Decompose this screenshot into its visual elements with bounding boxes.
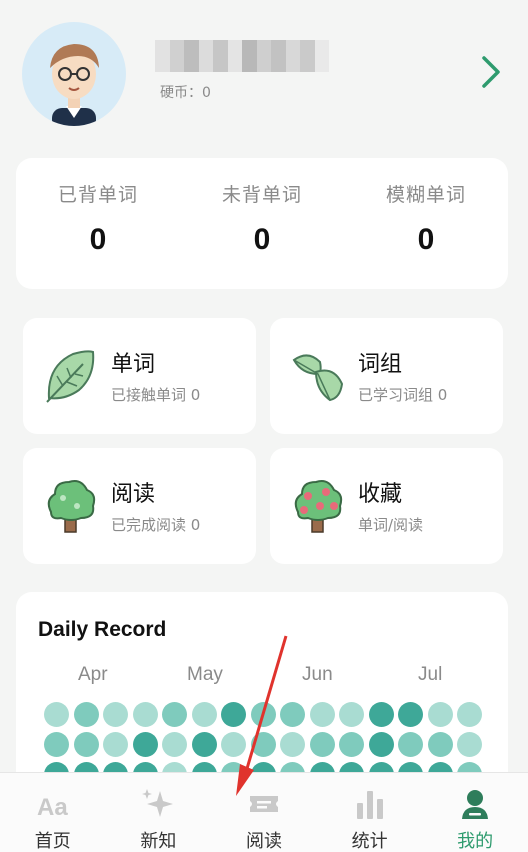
unlearned-words-stat[interactable]: 未背单词 0 (180, 158, 344, 289)
stat-label: 模糊单词 (385, 184, 466, 206)
month-label: Apr (78, 664, 108, 685)
heatmap-cell (427, 732, 453, 757)
bar-chart-icon (352, 787, 388, 821)
heatmap-cell (73, 732, 99, 757)
card-title: 词组 (358, 352, 403, 377)
month-label: Jul (418, 664, 443, 685)
card-subtitle: 已完成阅读 0 (111, 516, 201, 534)
heatmap-cell (250, 732, 276, 757)
month-label: May (187, 664, 223, 685)
tab-label: 阅读 (245, 831, 282, 852)
heatmap-cell (44, 732, 69, 757)
tab-label: 我的 (457, 831, 494, 852)
fruit-tree-icon (290, 476, 346, 534)
learned-words-stat[interactable]: 已背单词 0 (16, 158, 180, 289)
heatmap-cell (103, 732, 128, 757)
tab-reading[interactable]: 阅读 (211, 773, 317, 852)
heatmap-row (44, 732, 484, 757)
heatmap-cell (132, 732, 158, 757)
tab-label: 新知 (140, 831, 177, 852)
heatmap-cell (309, 702, 335, 727)
card-title: 单词 (111, 352, 156, 377)
heatmap-cell (221, 732, 246, 757)
profile-header[interactable]: 硬币：0 (0, 0, 528, 145)
ticket-icon (246, 787, 282, 821)
heatmap-cell (427, 702, 453, 727)
heatmap-cell (280, 702, 305, 727)
card-title: 收藏 (358, 482, 403, 507)
leaf-icon (43, 346, 99, 404)
card-subtitle: 已接触单词 0 (111, 386, 201, 404)
tab-discover[interactable]: 新知 (106, 773, 212, 852)
heatmap-cell (250, 702, 276, 727)
sparkle-icon (140, 787, 176, 821)
heatmap-cell (221, 702, 246, 727)
fuzzy-words-stat[interactable]: 模糊单词 0 (344, 158, 508, 289)
daily-record-title: Daily Record (38, 618, 167, 641)
phrases-card[interactable]: 词组 已学习词组 0 (270, 318, 503, 434)
tab-profile[interactable]: 我的 (422, 773, 528, 852)
heatmap-cell (398, 702, 423, 727)
favorites-card[interactable]: 收藏 单词/阅读 (270, 448, 503, 564)
heatmap-cell (398, 732, 423, 757)
chevron-right-icon[interactable] (474, 52, 508, 92)
tab-label: 首页 (34, 831, 71, 852)
heatmap-cell (73, 702, 99, 727)
tree-icon (43, 476, 99, 534)
stat-value: 0 (253, 223, 271, 256)
user-avatar-icon[interactable] (22, 22, 126, 126)
tab-label: 统计 (351, 831, 388, 852)
heatmap-cell (309, 732, 335, 757)
aa-text-icon: Aa (35, 787, 71, 821)
stat-value: 0 (417, 223, 435, 256)
card-subtitle: 单词/阅读 (358, 516, 424, 534)
heatmap-row (44, 702, 484, 727)
person-icon (457, 787, 493, 821)
reading-card[interactable]: 阅读 已完成阅读 0 (23, 448, 256, 564)
heatmap-cell (339, 702, 364, 727)
heatmap-cell (162, 732, 187, 757)
heatmap-cell (103, 702, 128, 727)
heatmap-cell (280, 732, 305, 757)
heatmap-cell (457, 702, 482, 727)
heatmap-cell (368, 732, 394, 757)
month-label: Jun (302, 664, 333, 685)
double-leaf-icon (290, 346, 346, 404)
card-title: 阅读 (111, 482, 156, 507)
stat-value: 0 (89, 223, 107, 256)
heatmap-cell (191, 702, 217, 727)
tab-home[interactable]: Aa 首页 (0, 773, 106, 852)
svg-text:Aa: Aa (37, 794, 68, 821)
heatmap-cell (457, 732, 482, 757)
heatmap-cell (339, 732, 364, 757)
card-subtitle: 已学习词组 0 (358, 386, 448, 404)
tab-statistics[interactable]: 统计 (317, 773, 423, 852)
heatmap-cell (44, 702, 69, 727)
word-stats-card: 已背单词 0 未背单词 0 模糊单词 0 (16, 158, 508, 289)
stat-label: 已背单词 (57, 184, 138, 206)
heatmap-cell (132, 702, 158, 727)
coin-balance: 硬币：0 (160, 85, 211, 101)
heatmap-cell (191, 732, 217, 757)
words-card[interactable]: 单词 已接触单词 0 (23, 318, 256, 434)
stat-label: 未背单词 (221, 184, 302, 206)
bottom-tab-bar: Aa 首页 新知 阅读 统计 我的 (0, 772, 528, 852)
heatmap-cell (368, 702, 394, 727)
username-redacted (155, 40, 329, 72)
heatmap-cell (162, 702, 187, 727)
